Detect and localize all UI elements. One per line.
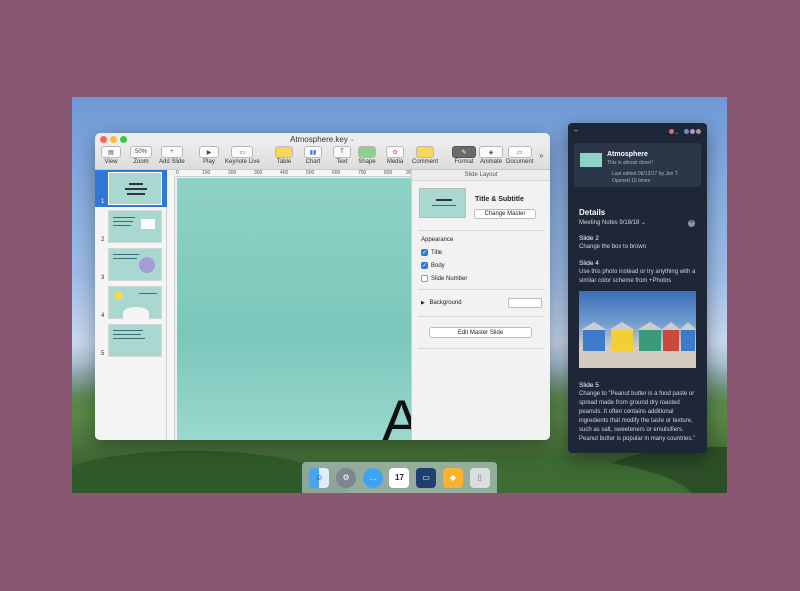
checkmark-icon: ✓ — [421, 249, 428, 256]
document-icon: ▭ — [507, 146, 532, 158]
document-thumbnail — [580, 153, 602, 167]
slide-preview — [108, 172, 162, 205]
files-icon[interactable]: ▭ — [416, 467, 437, 488]
document-meta: Last edited 06/12/17 by Jen T. Opened 15… — [612, 171, 679, 184]
media-button[interactable]: ✿ Media — [386, 146, 404, 165]
chevron-down-icon: ⌄ — [641, 220, 647, 226]
table-button[interactable]: Table — [275, 146, 293, 165]
current-slide[interactable]: AT — [177, 178, 411, 440]
details-heading: Details — [579, 208, 606, 217]
slide-thumbnail[interactable]: 3 — [95, 246, 167, 283]
chart-button[interactable]: ▮▮ Chart — [304, 146, 322, 165]
note-title: Slide 2 — [579, 235, 599, 242]
slide-navigator: 1 2 3 4 5 — [95, 170, 167, 440]
slide-thumbnail[interactable]: 2 — [95, 208, 167, 245]
shape-icon — [358, 146, 376, 158]
text-icon: T — [333, 146, 351, 158]
inspector-header: Slide Layout — [412, 170, 550, 181]
format-inspector: Slide Layout Title & Subtitle Change Mas… — [411, 170, 550, 440]
keynote-live-icon: ▭ — [231, 146, 254, 158]
edit-master-slide-button[interactable]: Edit Master Slide — [429, 327, 532, 338]
chevron-down-icon[interactable]: ⌄ — [350, 136, 355, 143]
appearance-heading: Appearance — [421, 237, 454, 243]
finder-icon[interactable]: ☺ — [309, 467, 330, 488]
messages-icon[interactable]: … — [362, 467, 383, 488]
chart-icon: ▮▮ — [304, 146, 322, 158]
slide-thumbnail[interactable]: 5 — [95, 322, 167, 359]
shape-button[interactable]: Shape — [358, 146, 376, 165]
note-text: Change to "Peanut butter is a food paste… — [579, 391, 696, 442]
menu-icon[interactable]: – — [574, 127, 578, 134]
slide-preview — [108, 248, 162, 281]
body-checkbox[interactable]: ✓ Body — [421, 262, 445, 269]
zoom-button[interactable] — [120, 136, 127, 143]
view-icon: ▤ — [101, 146, 121, 158]
zoom-control[interactable]: 50% Zoom — [130, 146, 152, 165]
note-text: Change the box to brown — [579, 244, 647, 250]
view-button[interactable]: ▤ View — [101, 146, 121, 165]
comment-button[interactable]: Comment — [412, 146, 438, 165]
toolbar: ▤ View 50% Zoom + Add Slide ▶ Play ▭ Key… — [95, 145, 550, 170]
slide-preview — [108, 324, 162, 357]
beach-huts-photo[interactable] — [579, 291, 696, 368]
plus-icon: + — [160, 146, 183, 158]
note-title: Slide 5 — [579, 382, 599, 389]
document-subtitle: This is almost done!! — [607, 160, 653, 166]
slide-canvas[interactable]: 0 100 200 300 400 500 600 700 800 900 AT — [167, 170, 411, 440]
keynote-window: Atmosphere.key ⌄ ▤ View 50% Zoom + Add S… — [95, 133, 550, 440]
master-thumbnail[interactable] — [419, 188, 466, 218]
checkbox-empty-icon — [421, 275, 428, 282]
slide-thumbnail[interactable]: 1 — [95, 170, 167, 207]
close-button[interactable] — [100, 136, 107, 143]
media-icon: ✿ — [386, 146, 404, 158]
minimize-button[interactable] — [110, 136, 117, 143]
sketch-icon[interactable]: ◆ — [442, 467, 463, 488]
play-icon: ▶ — [199, 146, 219, 158]
add-slide-button[interactable]: + Add Slide — [159, 146, 185, 165]
slide-preview — [108, 286, 162, 319]
calendar-icon[interactable]: 17 — [389, 467, 410, 488]
paintbrush-icon: ✎ — [452, 146, 476, 158]
slide-thumbnail[interactable]: 4 — [95, 284, 167, 321]
details-panel: – ⌄ Atmosphere This is almost done!! Las… — [568, 123, 707, 453]
animate-button[interactable]: ◈ Animate — [479, 146, 503, 165]
note-title: Slide 4 — [579, 260, 599, 267]
document-card[interactable]: Atmosphere This is almost done!! Last ed… — [574, 143, 701, 187]
background-color-well[interactable] — [508, 298, 542, 308]
play-button[interactable]: ▶ Play — [199, 146, 219, 165]
add-note-button[interactable]: + — [688, 220, 695, 227]
keynote-live-button[interactable]: ▭ Keynote Live — [225, 146, 260, 165]
system-preferences-icon[interactable]: ⚙ — [336, 467, 357, 488]
text-button[interactable]: T Text — [333, 146, 351, 165]
panel-top-bar: – ⌄ — [568, 123, 707, 137]
table-icon — [275, 146, 293, 158]
window-title: Atmosphere.key — [290, 134, 348, 144]
horizontal-ruler: 0 100 200 300 400 500 600 700 800 900 — [175, 170, 411, 177]
slide-title-text[interactable]: AT — [382, 388, 411, 440]
dock: ☺ ⚙ … 17 ▭ ◆ ▯ — [302, 462, 497, 493]
animate-icon: ◈ — [479, 146, 503, 158]
title-checkbox[interactable]: ✓ Title — [421, 249, 442, 256]
checkmark-icon: ✓ — [421, 262, 428, 269]
zoom-value: 50% — [130, 146, 152, 158]
panel-avatars[interactable]: ⌄ — [668, 123, 701, 139]
change-master-button[interactable]: Change Master — [474, 209, 536, 219]
note-text: Use this photo instead or try anything w… — [579, 269, 696, 284]
document-title: Atmosphere — [607, 151, 648, 158]
toolbar-overflow-button[interactable]: » — [539, 151, 543, 160]
format-button[interactable]: ✎ Format — [452, 146, 476, 165]
notes-selector[interactable]: Meeting Notes 9/18/18 ⌄ — [579, 219, 697, 228]
master-name: Title & Subtitle — [475, 196, 524, 203]
document-button[interactable]: ▭ Document — [506, 146, 533, 165]
comment-icon — [416, 146, 434, 158]
title-bar: Atmosphere.key ⌄ — [95, 133, 550, 145]
trash-icon[interactable]: ▯ — [469, 467, 490, 488]
background-disclosure[interactable]: ▶ Background — [421, 300, 462, 306]
vertical-ruler — [167, 177, 175, 440]
disclosure-triangle-icon: ▶ — [421, 300, 425, 306]
slide-preview — [108, 210, 162, 243]
slide-number-checkbox[interactable]: Slide Number — [421, 275, 467, 282]
